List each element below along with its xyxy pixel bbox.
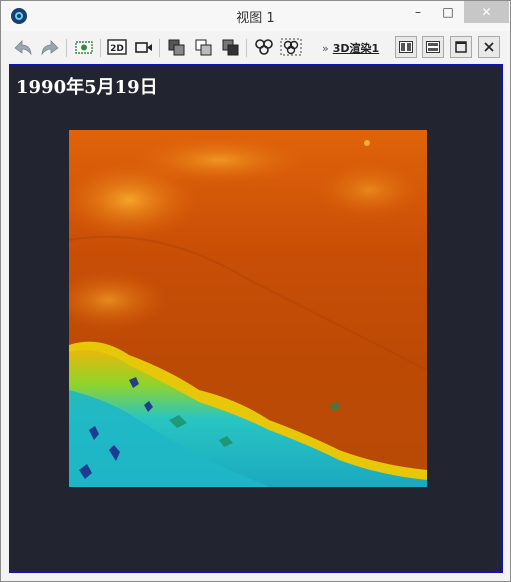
selection-icon	[280, 38, 302, 56]
2d-mode-icon: 2D	[107, 39, 127, 55]
layers-stack-icon	[222, 39, 239, 56]
link-button[interactable]	[252, 36, 276, 58]
maximize-view-button[interactable]	[450, 36, 472, 58]
close-view-icon	[484, 42, 494, 52]
date-label: 1990年5月19日	[16, 77, 158, 98]
close-window-button[interactable]: ✕	[464, 1, 509, 23]
split-horizontal-icon	[426, 41, 440, 53]
maximize-button[interactable]: □	[433, 1, 463, 23]
undo-arrow-icon	[14, 40, 32, 56]
redo-arrow-icon	[41, 40, 59, 56]
link-icon	[255, 39, 273, 55]
toolbar-separator	[246, 39, 247, 57]
split-vertical-button[interactable]	[395, 36, 417, 58]
render-name[interactable]: 3D渲染1	[333, 42, 379, 55]
back-button[interactable]	[11, 36, 35, 58]
layer-a-button[interactable]	[165, 36, 189, 58]
app-window: 视图 1 – □ ✕ 2D » 3D渲染1 1990年5月19日	[0, 0, 511, 582]
maximize-view-icon	[455, 41, 467, 53]
forward-button[interactable]	[38, 36, 62, 58]
split-horizontal-button[interactable]	[422, 36, 444, 58]
toolbar-separator	[66, 39, 67, 57]
map-viewport[interactable]: 1990年5月19日	[9, 64, 503, 573]
minimize-button[interactable]: –	[403, 1, 433, 23]
split-vertical-icon	[399, 41, 413, 53]
close-view-button[interactable]	[478, 36, 500, 58]
video-button[interactable]	[132, 36, 156, 58]
title-bar: 视图 1 – □ ✕	[1, 1, 510, 31]
toolbar: 2D » 3D渲染1	[1, 31, 510, 62]
snapshot-button[interactable]	[72, 36, 96, 58]
svg-text:2D: 2D	[110, 44, 124, 54]
toolbar-separator	[159, 39, 160, 57]
overflow-chevron-icon[interactable]: »	[322, 42, 329, 55]
layers-icon	[168, 39, 185, 56]
layers-outline-icon	[195, 39, 212, 56]
layer-c-button[interactable]	[219, 36, 243, 58]
mode-2d-button[interactable]: 2D	[105, 36, 129, 58]
video-camera-icon	[135, 42, 152, 53]
camera-snapshot-icon	[75, 41, 93, 54]
select-button[interactable]	[279, 36, 303, 58]
temperature-raster-image	[69, 130, 427, 487]
render-tab-label[interactable]: » 3D渲染1	[322, 40, 379, 56]
toolbar-separator	[100, 39, 101, 57]
layer-b-button[interactable]	[192, 36, 216, 58]
